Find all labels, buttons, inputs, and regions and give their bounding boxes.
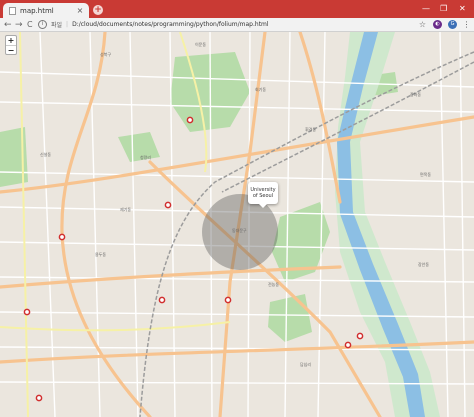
tab-title: map.html bbox=[20, 6, 54, 15]
close-window-button[interactable]: ✕ bbox=[459, 4, 466, 13]
area-label: 제기동 bbox=[120, 207, 132, 212]
park-area-west bbox=[118, 132, 160, 162]
tab-close-icon[interactable]: × bbox=[75, 6, 85, 15]
metro-station-marker bbox=[344, 341, 352, 349]
metro-station-marker bbox=[164, 201, 172, 209]
zoom-control: + − bbox=[5, 35, 17, 55]
toolbar: ← → C i 파일 | D:/cloud/documents/notes/pr… bbox=[0, 18, 474, 32]
area-label: 신설동 bbox=[40, 152, 52, 157]
address-scheme: 파일 bbox=[51, 22, 63, 29]
metro-station-marker bbox=[356, 332, 364, 340]
minor-road bbox=[0, 171, 474, 183]
zoom-in-button[interactable]: + bbox=[6, 36, 16, 46]
major-road-east bbox=[298, 32, 342, 204]
popup-line-2: of Seoul bbox=[252, 193, 274, 199]
area-label: 휘경동 bbox=[305, 127, 317, 132]
forward-button[interactable]: → bbox=[15, 19, 23, 31]
area-label: 전농동 bbox=[268, 282, 280, 287]
info-icon[interactable]: i bbox=[38, 20, 47, 29]
menu-icon[interactable]: ⋮ bbox=[462, 20, 471, 29]
metro-station-marker bbox=[35, 394, 43, 402]
metro-station-marker bbox=[158, 296, 166, 304]
area-label: 용두동 bbox=[95, 252, 107, 257]
bookmark-star-icon[interactable]: ☆ bbox=[418, 20, 427, 29]
area-label: 답십리 bbox=[300, 362, 312, 367]
profile-avatar[interactable]: G bbox=[448, 20, 457, 29]
metro-station-marker bbox=[58, 233, 66, 241]
metro-station-marker bbox=[23, 308, 31, 316]
area-label: 중화동 bbox=[410, 92, 422, 97]
area-label: 성북구 bbox=[100, 52, 112, 57]
metro-station-marker bbox=[224, 296, 232, 304]
minor-road bbox=[129, 32, 139, 417]
tab-map-html[interactable]: map.html × bbox=[3, 3, 89, 18]
file-icon bbox=[9, 6, 16, 15]
reload-button[interactable]: C bbox=[27, 19, 33, 31]
metro-station-marker bbox=[186, 116, 194, 124]
back-button[interactable]: ← bbox=[4, 19, 12, 31]
address-path: D:/cloud/documents/notes/programming/pyt… bbox=[72, 21, 269, 28]
minimize-button[interactable]: — bbox=[422, 4, 430, 13]
area-label: 청량리 bbox=[140, 155, 152, 160]
extension-icon[interactable]: ◐ bbox=[433, 20, 442, 29]
address-bar[interactable]: i 파일 | D:/cloud/documents/notes/programm… bbox=[38, 19, 414, 30]
new-tab-button[interactable]: + bbox=[93, 5, 103, 15]
zoom-out-button[interactable]: − bbox=[6, 46, 16, 55]
area-label: 이문동 bbox=[195, 42, 207, 47]
park-area-south bbox=[268, 294, 312, 342]
minor-road bbox=[459, 32, 466, 417]
tab-strip: map.html × + — ❐ ✕ bbox=[0, 0, 474, 18]
area-label: 장안동 bbox=[418, 262, 430, 267]
minor-road bbox=[439, 32, 449, 417]
browser-window: map.html × + — ❐ ✕ ← → C i 파일 | D:/cloud… bbox=[0, 0, 474, 417]
map-view[interactable]: 동대문구 청량리 이문동 휘경동 전농동 답십리 용두동 제기동 장안동 회기동… bbox=[0, 32, 474, 417]
marker-popup[interactable]: University of Seoul bbox=[248, 182, 278, 208]
maximize-button[interactable]: ❐ bbox=[440, 4, 447, 13]
area-label: 동대문구 bbox=[232, 228, 247, 233]
area-label: 회기동 bbox=[255, 87, 267, 92]
secondary-road bbox=[0, 321, 231, 332]
map-tiles bbox=[0, 32, 474, 417]
address-separator: | bbox=[66, 21, 69, 28]
area-label: 면목동 bbox=[420, 172, 432, 177]
